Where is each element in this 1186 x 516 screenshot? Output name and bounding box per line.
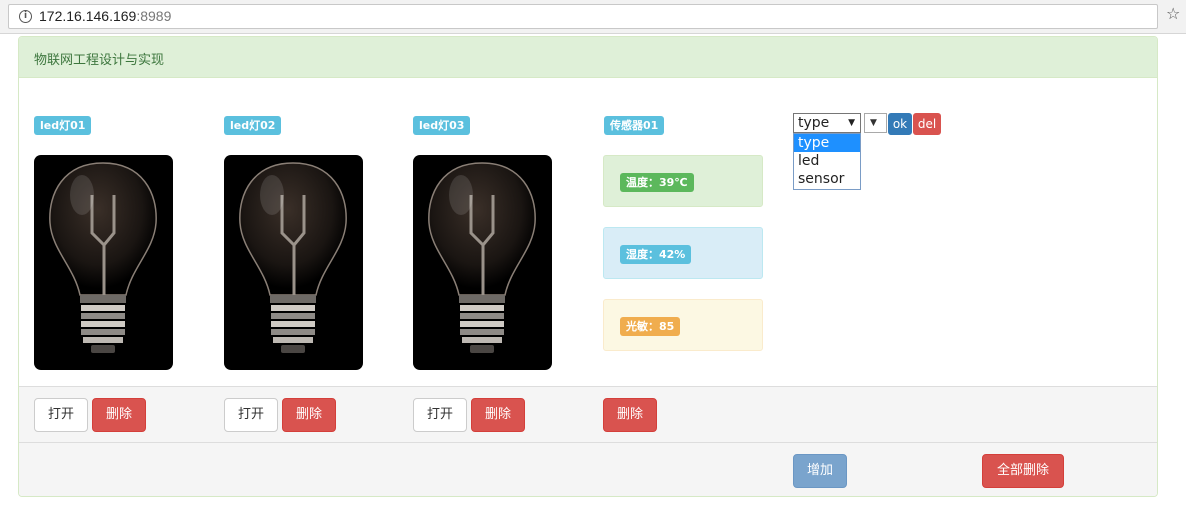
type-option-sensor[interactable]: sensor — [794, 170, 860, 188]
browser-address-bar: i 172.16.146.169:8989 ☆ — [0, 0, 1186, 34]
bookmark-star-icon[interactable]: ☆ — [1166, 6, 1180, 22]
info-icon[interactable]: i — [19, 10, 32, 23]
light-bulb-image — [34, 155, 173, 370]
url-port: :8989 — [136, 8, 172, 24]
type-select[interactable]: type ▼ — [793, 113, 861, 133]
ok-button[interactable]: ok — [888, 113, 912, 135]
del-button[interactable]: del — [913, 113, 941, 135]
light-box: 光敏：85 — [603, 299, 763, 351]
delete-button-led03[interactable]: 删除 — [471, 398, 525, 432]
light-reading: 光敏：85 — [620, 317, 681, 336]
device-select[interactable]: ▼ — [864, 113, 887, 133]
device-label-led02: led灯02 — [224, 116, 282, 135]
type-select-value: type — [798, 115, 830, 131]
light-bulb-image — [224, 155, 363, 370]
type-dropdown-list: type led sensor — [793, 133, 861, 190]
url-host: 172.16.146.169 — [39, 8, 137, 24]
panel-title: 物联网工程设计与实现 — [19, 37, 1157, 78]
global-actions-row: 增加 全部删除 — [19, 442, 1157, 496]
type-option-type[interactable]: type — [794, 134, 860, 152]
open-button-led01[interactable]: 打开 — [34, 398, 88, 432]
type-option-led[interactable]: led — [794, 152, 860, 170]
light-bulb-image — [413, 155, 552, 370]
main-panel: 物联网工程设计与实现 led灯01 led灯02 led灯03 传感器01 温度… — [18, 36, 1158, 497]
delete-all-button[interactable]: 全部删除 — [982, 454, 1064, 488]
delete-button-sensor01[interactable]: 删除 — [603, 398, 657, 432]
add-button[interactable]: 增加 — [793, 454, 847, 488]
dropdown-arrow-icon: ▼ — [848, 118, 855, 128]
humidity-reading: 湿度：42% — [620, 245, 692, 264]
device-actions-row: 打开 删除 打开 删除 打开 删除 删除 — [19, 386, 1157, 442]
sensor-label: 传感器01 — [604, 116, 665, 135]
open-button-led02[interactable]: 打开 — [224, 398, 278, 432]
url-text: 172.16.146.169:8989 — [39, 8, 171, 24]
delete-button-led02[interactable]: 删除 — [282, 398, 336, 432]
humidity-box: 湿度：42% — [603, 227, 763, 279]
temperature-reading: 温度：39℃ — [620, 173, 694, 192]
delete-button-led01[interactable]: 删除 — [92, 398, 146, 432]
url-field[interactable]: i 172.16.146.169:8989 — [8, 4, 1158, 29]
device-label-led03: led灯03 — [413, 116, 471, 135]
temperature-box: 温度：39℃ — [603, 155, 763, 207]
open-button-led03[interactable]: 打开 — [413, 398, 467, 432]
device-label-led01: led灯01 — [34, 116, 92, 135]
dropdown-arrow-icon: ▼ — [870, 118, 877, 128]
